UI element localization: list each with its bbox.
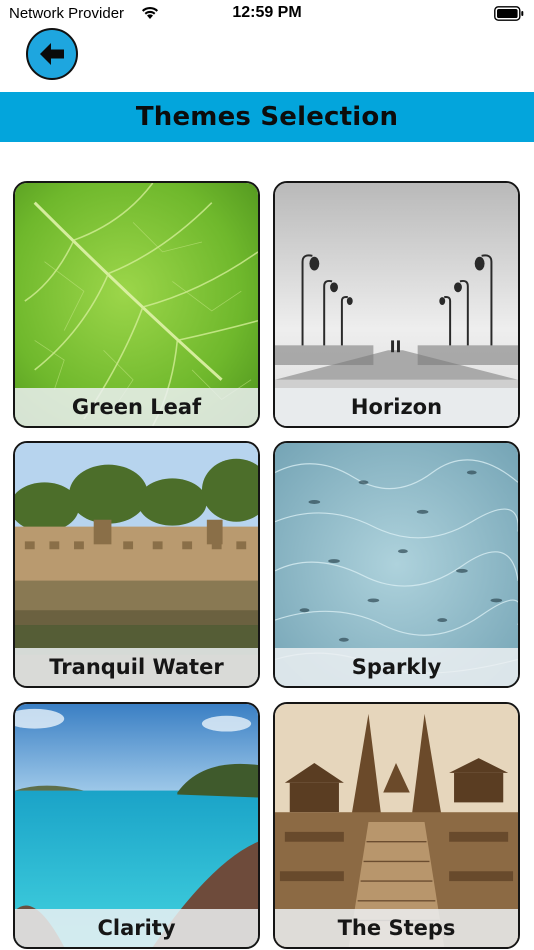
theme-card-green-leaf[interactable]: Green Leaf [13, 181, 260, 428]
theme-card-horizon[interactable]: Horizon [273, 181, 520, 428]
status-bar: Network Provider 12:59 PM [0, 0, 534, 28]
status-time: 12:59 PM [232, 4, 302, 21]
theme-label-bar: Green Leaf [15, 388, 258, 426]
theme-label-bar: Clarity [15, 909, 258, 947]
theme-label: Clarity [97, 916, 176, 940]
theme-card-tranquil-water[interactable]: Tranquil Water [13, 441, 260, 688]
theme-label: The Steps [337, 916, 456, 940]
page-title: Themes Selection [135, 102, 399, 132]
theme-label-bar: Horizon [275, 388, 518, 426]
arrow-left-icon [40, 43, 64, 65]
theme-card-sparkly[interactable]: Sparkly [273, 441, 520, 688]
theme-label-bar: The Steps [275, 909, 518, 947]
back-button[interactable] [26, 28, 78, 80]
header-bar: Themes Selection [0, 92, 534, 142]
theme-label: Green Leaf [71, 395, 202, 419]
theme-label-bar: Tranquil Water [15, 648, 258, 686]
theme-label: Horizon [350, 395, 443, 419]
theme-label-bar: Sparkly [275, 648, 518, 686]
theme-card-the-steps[interactable]: The Steps [273, 702, 520, 949]
theme-label: Tranquil Water [49, 655, 224, 679]
theme-label: Sparkly [351, 655, 442, 679]
theme-card-clarity[interactable]: Clarity [13, 702, 260, 949]
battery-icon [494, 6, 524, 21]
